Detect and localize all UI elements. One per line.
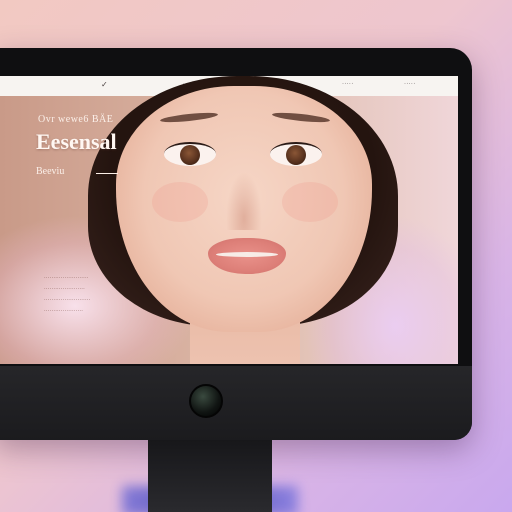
right-cheek-blush: [282, 182, 338, 222]
model-portrait-image: [78, 76, 408, 364]
nav-logo-mark[interactable]: ✓: [101, 80, 108, 89]
hero-banner: Ovr wewe6 BÄE Eesensal Beeviu ··········…: [0, 76, 458, 364]
hero-cta-link[interactable]: Beeviu: [36, 166, 64, 177]
monitor: ✓ ←→ ··· ···· ····· ·····: [0, 48, 472, 440]
left-eye: [164, 142, 216, 166]
left-eyebrow: [159, 110, 219, 125]
hero-caption-line: ·····················: [44, 308, 84, 314]
portrait-teeth: [216, 252, 278, 257]
hero-title: Eesensal: [36, 129, 117, 154]
right-iris: [286, 145, 306, 165]
hero-caption-line: ························: [44, 275, 89, 281]
hero-eyebrow-text: Ovr wewe6 BÄE: [38, 114, 114, 125]
hero-caption-line: ······················: [44, 286, 86, 292]
nav-link-3[interactable]: ·····: [404, 81, 416, 87]
portrait-nose: [226, 172, 262, 230]
portrait-face: [116, 86, 372, 332]
desktop-scene: ✓ ←→ ··· ···· ····· ·····: [0, 0, 512, 512]
hero-caption-line: ·························: [44, 297, 91, 303]
cta-underline: [96, 173, 118, 174]
left-cheek-blush: [152, 182, 208, 222]
nav-link-2[interactable]: ·····: [342, 81, 354, 87]
power-button-icon[interactable]: [189, 384, 223, 418]
left-iris: [180, 145, 200, 165]
monitor-stand: [148, 440, 272, 512]
website-screen: ✓ ←→ ··· ···· ····· ·····: [0, 76, 458, 364]
right-eyebrow: [271, 110, 331, 125]
right-eye: [270, 142, 322, 166]
monitor-chin: [0, 366, 472, 440]
